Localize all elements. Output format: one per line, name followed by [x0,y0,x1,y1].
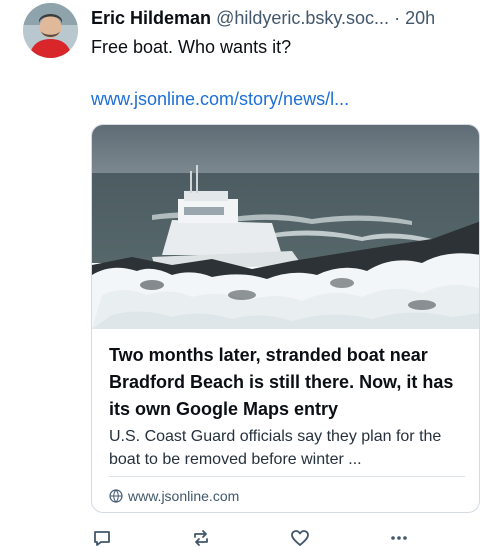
timestamp[interactable]: 20h [405,8,435,28]
globe-icon [109,489,123,503]
card-divider [109,476,465,477]
link-preview-card[interactable]: Two months later, stranded boat near Bra… [91,124,480,513]
more-icon [391,536,407,540]
repost-icon [194,530,208,546]
post-link[interactable]: www.jsonline.com/story/news/l... [91,87,349,111]
reply-button[interactable] [91,527,113,547]
more-button[interactable] [388,527,410,547]
post-actions [91,527,421,547]
author-name[interactable]: Eric Hildeman [91,8,211,28]
repost-button[interactable] [190,527,212,547]
post-header: Eric Hildeman @hildyeric.bsky.soc... · 2… [91,6,491,30]
card-domain-row: www.jsonline.com [109,486,239,506]
heart-icon [291,530,309,546]
card-title[interactable]: Two months later, stranded boat near Bra… [109,342,469,423]
card-image [92,125,479,329]
author-handle[interactable]: @hildyeric.bsky.soc... [216,8,389,28]
card-description: U.S. Coast Guard officials say they plan… [109,428,442,468]
like-button[interactable] [289,527,311,547]
avatar[interactable] [23,3,78,58]
post-text: Free boat. Who wants it? [91,37,292,57]
reply-icon [94,531,110,546]
separator-dot: · [394,8,401,28]
card-domain: www.jsonline.com [128,488,240,504]
post: Eric Hildeman @hildyeric.bsky.soc... · 2… [0,0,500,547]
